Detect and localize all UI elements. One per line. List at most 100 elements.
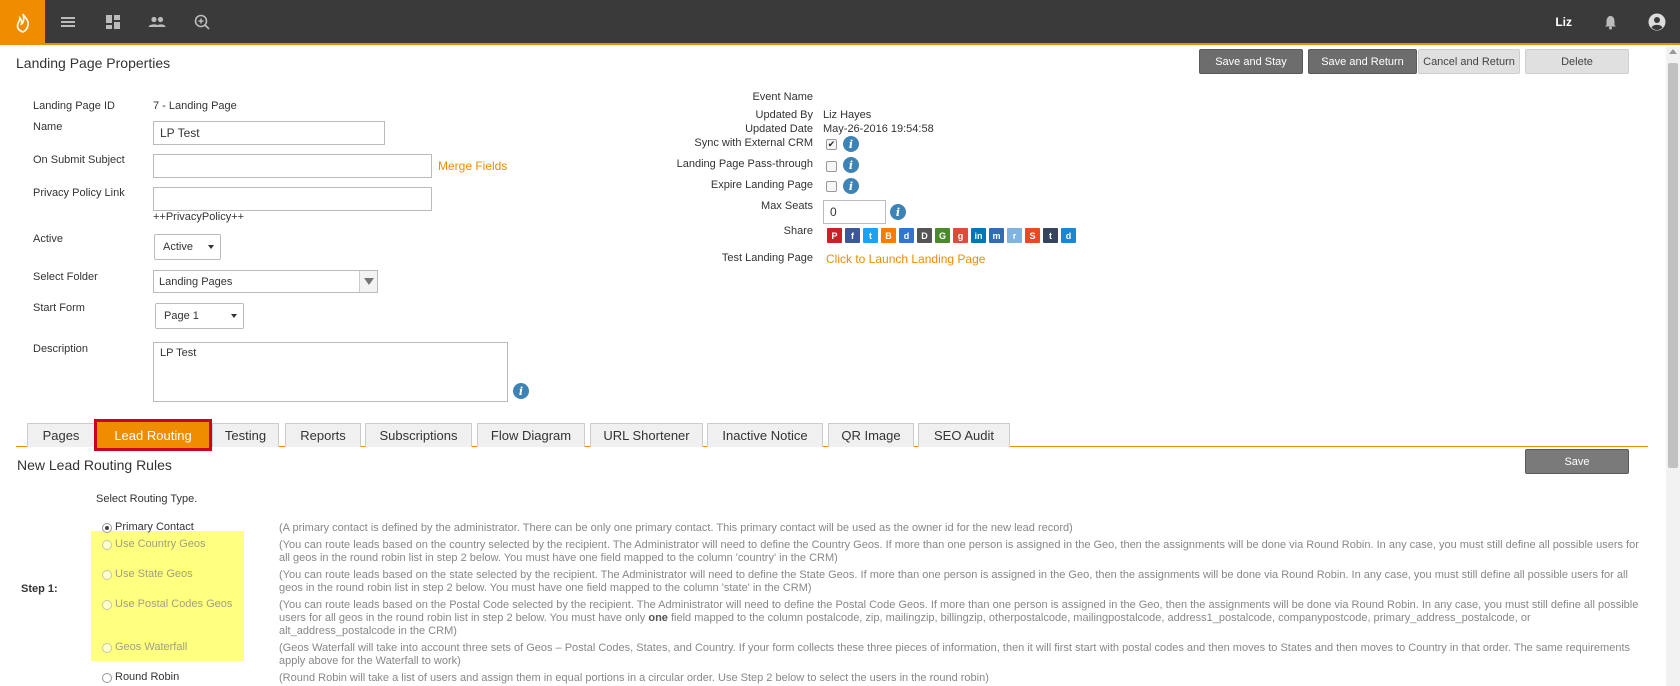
merge-fields-link[interactable]: Merge Fields <box>438 159 507 173</box>
country-geos-description: (You can route leads based on the countr… <box>279 539 1639 564</box>
info-icon[interactable]: i <box>890 204 906 220</box>
on-submit-subject-input[interactable] <box>153 154 432 178</box>
scrollbar-thumb[interactable] <box>1668 63 1678 468</box>
people-icon[interactable] <box>147 12 167 32</box>
launch-landing-page-link[interactable]: Click to Launch Landing Page <box>826 252 985 266</box>
pass-through-checkbox[interactable] <box>826 161 837 172</box>
tab-subscriptions[interactable]: Subscriptions <box>365 423 472 447</box>
bell-icon[interactable] <box>1600 12 1620 32</box>
updated-date-label: Updated Date <box>745 123 813 135</box>
geos-waterfall-radio[interactable] <box>102 643 112 653</box>
save-and-stay-button[interactable]: Save and Stay <box>1199 49 1303 74</box>
state-geos-label[interactable]: Use State Geos <box>115 568 193 580</box>
postal-codes-geos-label[interactable]: Use Postal Codes Geos <box>115 598 232 610</box>
max-seats-input[interactable]: 0 <box>823 200 886 224</box>
tab-url-shortener[interactable]: URL Shortener <box>590 423 703 447</box>
postal-desc-bold: one <box>648 612 668 624</box>
delicious-icon[interactable]: d <box>899 228 914 243</box>
updated-date-value: May-26-2016 19:54:58 <box>823 123 934 135</box>
chevron-down-icon <box>231 314 237 318</box>
tab-pages[interactable]: Pages <box>27 423 95 447</box>
select-folder-label: Select Folder <box>33 271 98 283</box>
postal-codes-geos-description: (You can route leads based on the Postal… <box>279 599 1639 638</box>
round-robin-radio[interactable] <box>102 673 112 683</box>
sync-crm-checkbox[interactable]: ✔ <box>826 139 837 150</box>
primary-contact-description: (A primary contact is defined by the adm… <box>279 522 1073 534</box>
country-geos-radio[interactable] <box>102 540 112 550</box>
page-title: Landing Page Properties <box>16 55 171 71</box>
tab-qr-image[interactable]: QR Image <box>828 423 914 447</box>
reddit-icon[interactable]: r <box>1007 228 1022 243</box>
add-search-icon[interactable] <box>192 12 212 32</box>
tab-inactive-notice[interactable]: Inactive Notice <box>707 423 823 447</box>
test-landing-page-label: Test Landing Page <box>721 252 813 264</box>
primary-contact-label[interactable]: Primary Contact <box>115 521 194 533</box>
expire-landing-page-checkbox[interactable] <box>826 181 837 192</box>
privacy-policy-link-input[interactable] <box>153 187 432 211</box>
share-icons: P f t B d D G g in m r S t d <box>827 228 1076 243</box>
active-select-value: Active <box>163 241 193 253</box>
triangle-down-icon <box>364 278 374 285</box>
country-geos-label[interactable]: Use Country Geos <box>115 538 205 550</box>
scroll-up-arrow-icon[interactable] <box>1669 49 1677 54</box>
state-geos-description: (You can route leads based on the state … <box>279 569 1628 594</box>
select-routing-type-label: Select Routing Type. <box>96 493 198 505</box>
round-robin-description: (Round Robin will take a list of users a… <box>279 672 989 684</box>
info-icon[interactable]: i <box>843 178 859 194</box>
expire-landing-page-label: Expire Landing Page <box>710 179 813 191</box>
tab-testing[interactable]: Testing <box>212 423 279 447</box>
state-geos-radio[interactable] <box>102 570 112 580</box>
info-icon[interactable]: i <box>843 157 859 173</box>
landing-page-id-label: Landing Page ID <box>33 100 115 112</box>
delicious-alt-icon[interactable]: d <box>1061 228 1076 243</box>
user-name[interactable]: Liz <box>1555 15 1572 29</box>
pinterest-icon[interactable]: P <box>827 228 842 243</box>
folder-select[interactable]: Landing Pages <box>153 270 378 293</box>
folder-dropdown-button[interactable] <box>359 271 377 292</box>
name-input[interactable]: LP Test <box>153 121 385 145</box>
linkedin-icon[interactable]: in <box>971 228 986 243</box>
round-robin-label[interactable]: Round Robin <box>115 671 179 683</box>
flame-logo-icon[interactable] <box>0 0 45 45</box>
geos-waterfall-label[interactable]: Geos Waterfall <box>115 641 187 653</box>
privacy-policy-link-label: Privacy Policy Link <box>33 187 125 199</box>
routing-save-button[interactable]: Save <box>1525 449 1629 474</box>
postal-codes-geos-radio[interactable] <box>102 600 112 610</box>
digg-icon[interactable]: D <box>917 228 932 243</box>
tab-lead-routing[interactable]: Lead Routing <box>94 419 212 451</box>
privacy-policy-hint: ++PrivacyPolicy++ <box>153 211 245 223</box>
save-and-return-button[interactable]: Save and Return <box>1308 49 1417 74</box>
menu-icon[interactable] <box>58 12 78 32</box>
start-form-select[interactable]: Page 1 <box>155 303 244 329</box>
start-form-select-value: Page 1 <box>164 310 199 322</box>
landing-page-id-value: 7 - Landing Page <box>153 100 237 112</box>
active-select[interactable]: Active <box>154 234 221 260</box>
account-icon[interactable] <box>1647 12 1667 32</box>
twitter-icon[interactable]: t <box>863 228 878 243</box>
info-icon[interactable]: i <box>513 383 529 399</box>
top-navigation-bar: Liz <box>0 0 1680 45</box>
info-icon[interactable]: i <box>843 136 859 152</box>
google-icon[interactable]: G <box>935 228 950 243</box>
tumblr-icon[interactable]: t <box>1043 228 1058 243</box>
max-seats-label: Max Seats <box>761 200 813 212</box>
myspace-icon[interactable]: m <box>989 228 1004 243</box>
share-label: Share <box>783 225 813 237</box>
cancel-and-return-button[interactable]: Cancel and Return <box>1418 49 1520 74</box>
sync-crm-label: Sync with External CRM <box>694 137 813 149</box>
tab-seo-audit[interactable]: SEO Audit <box>918 423 1010 447</box>
step-1-label: Step 1: <box>21 583 58 595</box>
description-textarea[interactable]: LP Test <box>153 342 508 402</box>
blogger-icon[interactable]: B <box>881 228 896 243</box>
on-submit-subject-label: On Submit Subject <box>33 154 125 166</box>
primary-contact-radio[interactable] <box>102 523 112 533</box>
pass-through-label: Landing Page Pass-through <box>676 158 813 170</box>
stumbleupon-icon[interactable]: S <box>1025 228 1040 243</box>
tab-reports[interactable]: Reports <box>285 423 361 447</box>
dashboard-icon[interactable] <box>103 12 123 32</box>
facebook-icon[interactable]: f <box>845 228 860 243</box>
delete-button[interactable]: Delete <box>1525 49 1629 74</box>
googleplus-icon[interactable]: g <box>953 228 968 243</box>
geos-waterfall-description: (Geos Waterfall will take into account t… <box>279 642 1631 667</box>
tab-flow-diagram[interactable]: Flow Diagram <box>477 423 585 447</box>
